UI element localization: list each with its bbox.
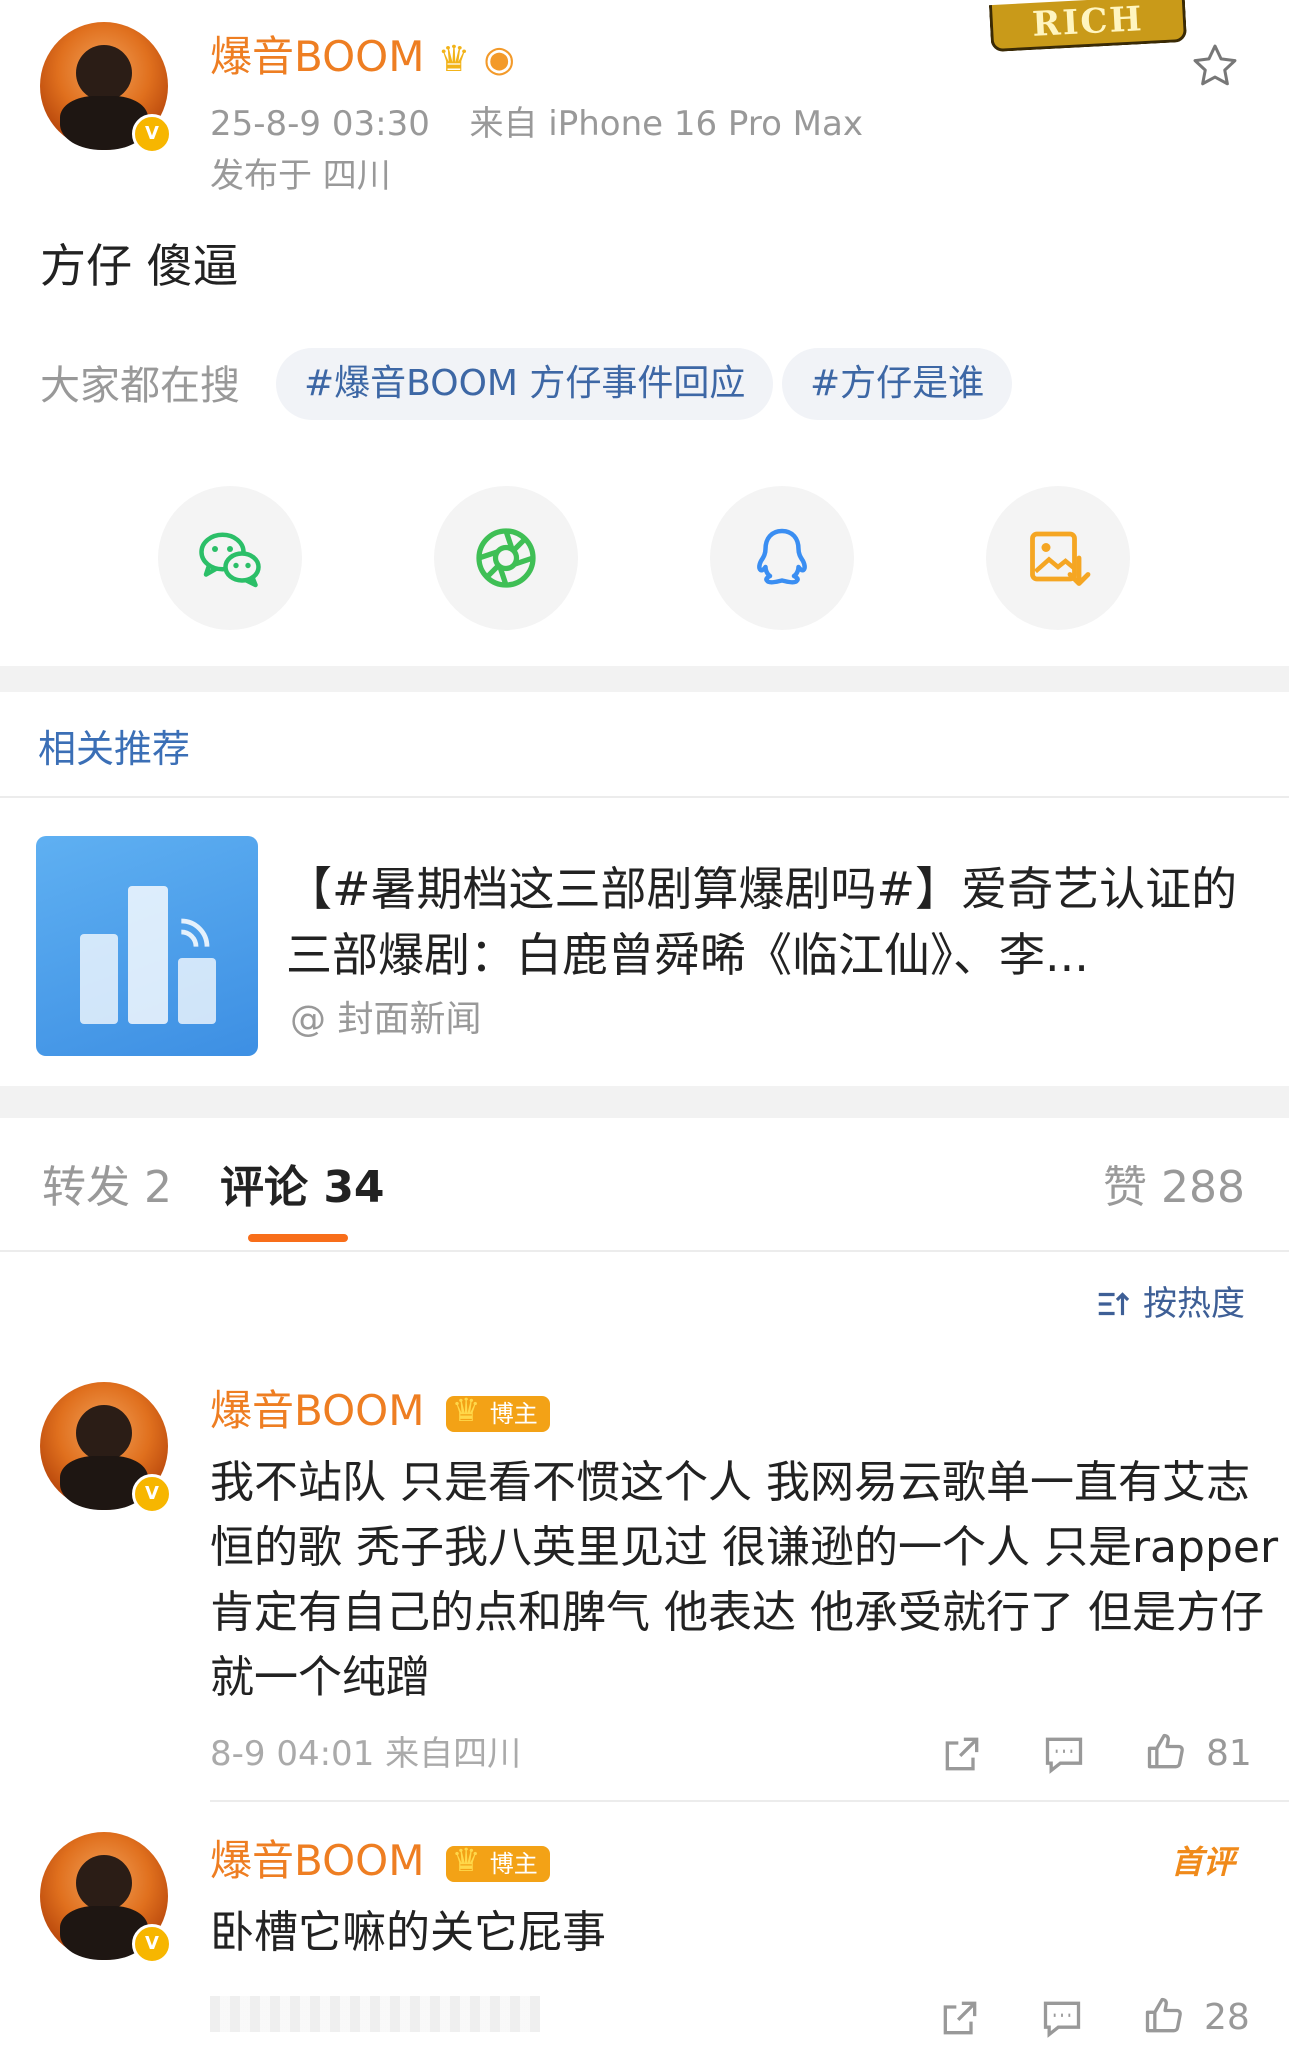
comment-1-author[interactable]: 爆音BOOM ♛ 博主 xyxy=(210,1386,550,1436)
qq-icon xyxy=(757,528,807,585)
trending-chip-2[interactable]: #方仔是谁 xyxy=(782,348,1013,420)
avatar-face xyxy=(75,1855,133,1912)
post-text: 方仔 傻逼 xyxy=(40,239,239,293)
trending-label: 大家都在搜 xyxy=(40,363,240,409)
host-badge: ♛ 博主 xyxy=(445,1842,550,1882)
active-tab-indicator xyxy=(248,1234,348,1242)
tab-comments[interactable]: 评论 34 xyxy=(220,1162,385,1214)
verified-badge-icon: V xyxy=(132,114,172,154)
related-section-title: 相关推荐 xyxy=(38,727,191,771)
comment-1-avatar[interactable]: V xyxy=(40,1382,172,1514)
favorite-star-icon[interactable] xyxy=(1189,40,1241,92)
comment-2-like-icon[interactable] xyxy=(1142,1994,1186,2038)
comment-2-reply-icon[interactable] xyxy=(1040,1996,1084,2040)
thumb-bar-3 xyxy=(178,958,216,1024)
host-badge-label: 博主 xyxy=(489,1849,538,1878)
rich-decoration: RICH xyxy=(988,0,1188,53)
sort-button[interactable]: 按热度 xyxy=(1094,1282,1245,1326)
avatar-face xyxy=(75,45,133,102)
related-title[interactable]: 【#暑期档这三部剧算爆剧吗#】爱奇艺认证的三部爆剧：白鹿曾舜晞《临江仙》、李..… xyxy=(286,856,1246,988)
comment-1-reply-icon[interactable] xyxy=(1042,1732,1086,1776)
first-comment-tag: 首评 xyxy=(1170,1843,1235,1881)
crown-icon: ♛ xyxy=(437,39,471,80)
comment-1-share-icon[interactable] xyxy=(940,1732,984,1776)
post-timestamp: 25-8-9 03:30 xyxy=(210,104,430,144)
post-location: 发布于 四川 xyxy=(210,156,391,196)
wechat-icon xyxy=(199,532,261,588)
share-moments-button[interactable] xyxy=(434,486,578,630)
comment-2-author-name[interactable]: 爆音BOOM xyxy=(210,1836,424,1885)
comment-1-time: 8-9 04:01 xyxy=(210,1734,375,1774)
related-thumbnail[interactable] xyxy=(36,836,258,1056)
section-gap-2 xyxy=(0,1086,1289,1118)
save-image-button[interactable] xyxy=(986,486,1130,630)
comment-2-author[interactable]: 爆音BOOM ♛ 博主 xyxy=(210,1836,550,1886)
tab-reposts[interactable]: 转发 2 xyxy=(42,1162,172,1214)
comment-1-like-count: 81 xyxy=(1206,1733,1252,1774)
comment-1-like-icon[interactable] xyxy=(1144,1730,1188,1774)
comment-1-author-name[interactable]: 爆音BOOM xyxy=(210,1386,424,1435)
host-badge: ♛ 博主 xyxy=(445,1392,550,1432)
share-qq-button[interactable] xyxy=(710,486,854,630)
comment-2-avatar[interactable]: V xyxy=(40,1832,172,1964)
avatar-face xyxy=(75,1405,133,1462)
tabs-divider xyxy=(0,1250,1289,1252)
post-author-name[interactable]: 爆音BOOM ♛ ◉ xyxy=(210,32,515,85)
post-device: 来自 iPhone 16 Pro Max xyxy=(469,104,863,144)
section-gap-1 xyxy=(0,666,1289,692)
host-badge-label: 博主 xyxy=(489,1399,538,1428)
sort-label[interactable]: 按热度 xyxy=(1143,1284,1245,1324)
related-divider xyxy=(0,796,1289,798)
sort-icon xyxy=(1098,1292,1130,1316)
comment-1-source: 来自四川 xyxy=(385,1734,522,1774)
post-meta: 25-8-9 03:30 来自 iPhone 16 Pro Max xyxy=(210,104,863,144)
post-author-name-text[interactable]: 爆音BOOM xyxy=(210,32,424,81)
share-wechat-button[interactable] xyxy=(158,486,302,630)
crown-icon: ♛ xyxy=(451,1390,481,1429)
thumb-signal-icon xyxy=(181,918,210,947)
verified-badge-icon: V xyxy=(132,1924,172,1964)
save-image-icon xyxy=(1030,531,1091,586)
comment-2-like-count: 28 xyxy=(1204,1997,1250,2038)
tab-likes[interactable]: 赞 288 xyxy=(1103,1162,1245,1214)
comment-2-meta-blurred xyxy=(210,1996,540,2032)
comment-2-text: 卧槽它嘛的关它屁事 xyxy=(210,1907,606,1958)
pufferfish-icon: ◉ xyxy=(483,39,515,80)
comment-1-meta: 8-9 04:01 来自四川 xyxy=(210,1732,521,1776)
comment-2-share-icon[interactable] xyxy=(938,1996,982,2040)
comment-divider xyxy=(210,1800,1289,1802)
verified-badge-icon: V xyxy=(132,1474,172,1514)
comment-1-text: 我不站队 只是看不惯这个人 我网易云歌单一直有艾志恒的歌 秃子我八英里见过 很谦… xyxy=(210,1457,1279,1703)
thumb-bar-2 xyxy=(128,886,168,1024)
trending-chip-1[interactable]: #爆音BOOM 方仔事件回应 xyxy=(276,348,774,420)
related-source[interactable]: @ 封面新闻 xyxy=(290,998,481,1042)
crown-icon: ♛ xyxy=(451,1840,481,1879)
author-avatar[interactable]: V xyxy=(40,22,172,154)
thumb-bar-1 xyxy=(80,934,118,1024)
moments-icon xyxy=(476,528,536,588)
